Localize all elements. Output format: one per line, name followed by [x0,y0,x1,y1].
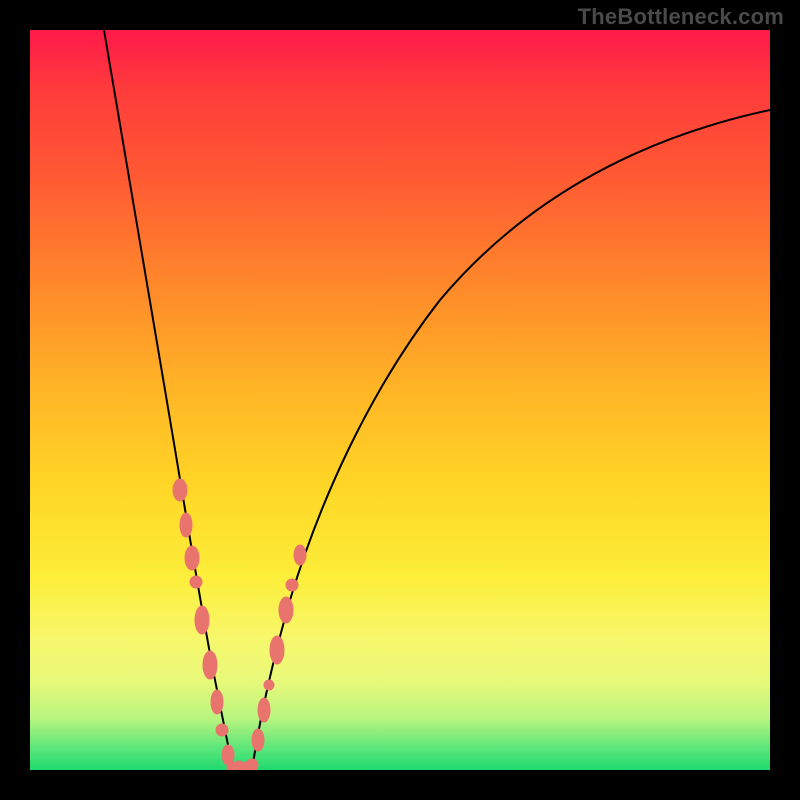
watermark-text: TheBottleneck.com [578,4,784,30]
curve-layer [30,30,770,770]
curve-right-branch [252,110,770,770]
chart-frame: TheBottleneck.com [0,0,800,800]
plot-area [30,30,770,770]
bead-cluster-left [173,479,239,770]
